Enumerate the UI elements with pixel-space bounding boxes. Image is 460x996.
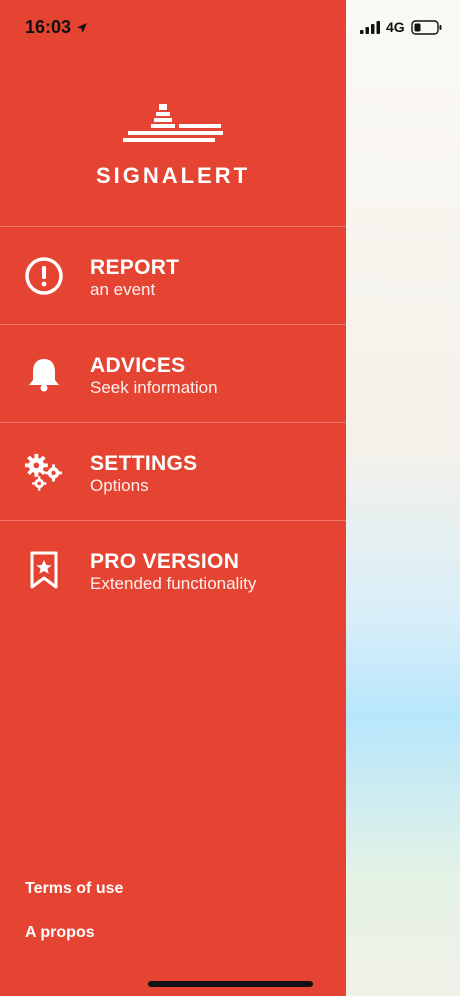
alert-circle-icon [24, 256, 64, 296]
battery-icon [410, 19, 442, 35]
network-type: 4G [386, 19, 405, 35]
menu-subtitle: an event [90, 280, 156, 299]
menu-title: REPORT [90, 256, 180, 279]
gears-icon [24, 452, 64, 492]
menu-subtitle: Options [90, 476, 149, 495]
menu-title: PRO VERSION [90, 550, 240, 573]
menu-item-advices[interactable]: ADVICES Seek information [0, 325, 346, 421]
signal-bars-icon [360, 20, 380, 34]
brand-name: SIGNALERT [95, 163, 251, 188]
menu-subtitle: Extended functionality [90, 574, 257, 593]
bookmark-star-icon [24, 550, 64, 590]
lighthouse-logo-icon [123, 104, 223, 142]
menu-subtitle: Seek information [90, 378, 218, 397]
menu-item-pro-version[interactable]: PRO VERSION Extended functionality [0, 521, 346, 617]
menu-item-report[interactable]: REPORT an event [0, 227, 346, 323]
status-indicators: 4G [360, 19, 443, 35]
brand-logo: SIGNALERT [93, 100, 253, 189]
location-arrow-icon [77, 22, 88, 33]
menu-title: SETTINGS [90, 452, 198, 475]
side-drawer: 16:03 SIGNALERT REPORT an event ADVICES … [0, 0, 346, 996]
home-indicator[interactable] [148, 981, 313, 987]
bell-icon [24, 354, 64, 394]
map-background [346, 0, 460, 996]
menu-item-settings[interactable]: SETTINGS Options [0, 423, 346, 519]
menu-title: ADVICES [90, 354, 186, 377]
time-text: 16:03 [25, 17, 72, 37]
terms-of-use-link[interactable]: Terms of use [25, 880, 123, 898]
a-propos-link[interactable]: A propos [25, 924, 95, 942]
status-time: 16:03 [25, 17, 88, 38]
